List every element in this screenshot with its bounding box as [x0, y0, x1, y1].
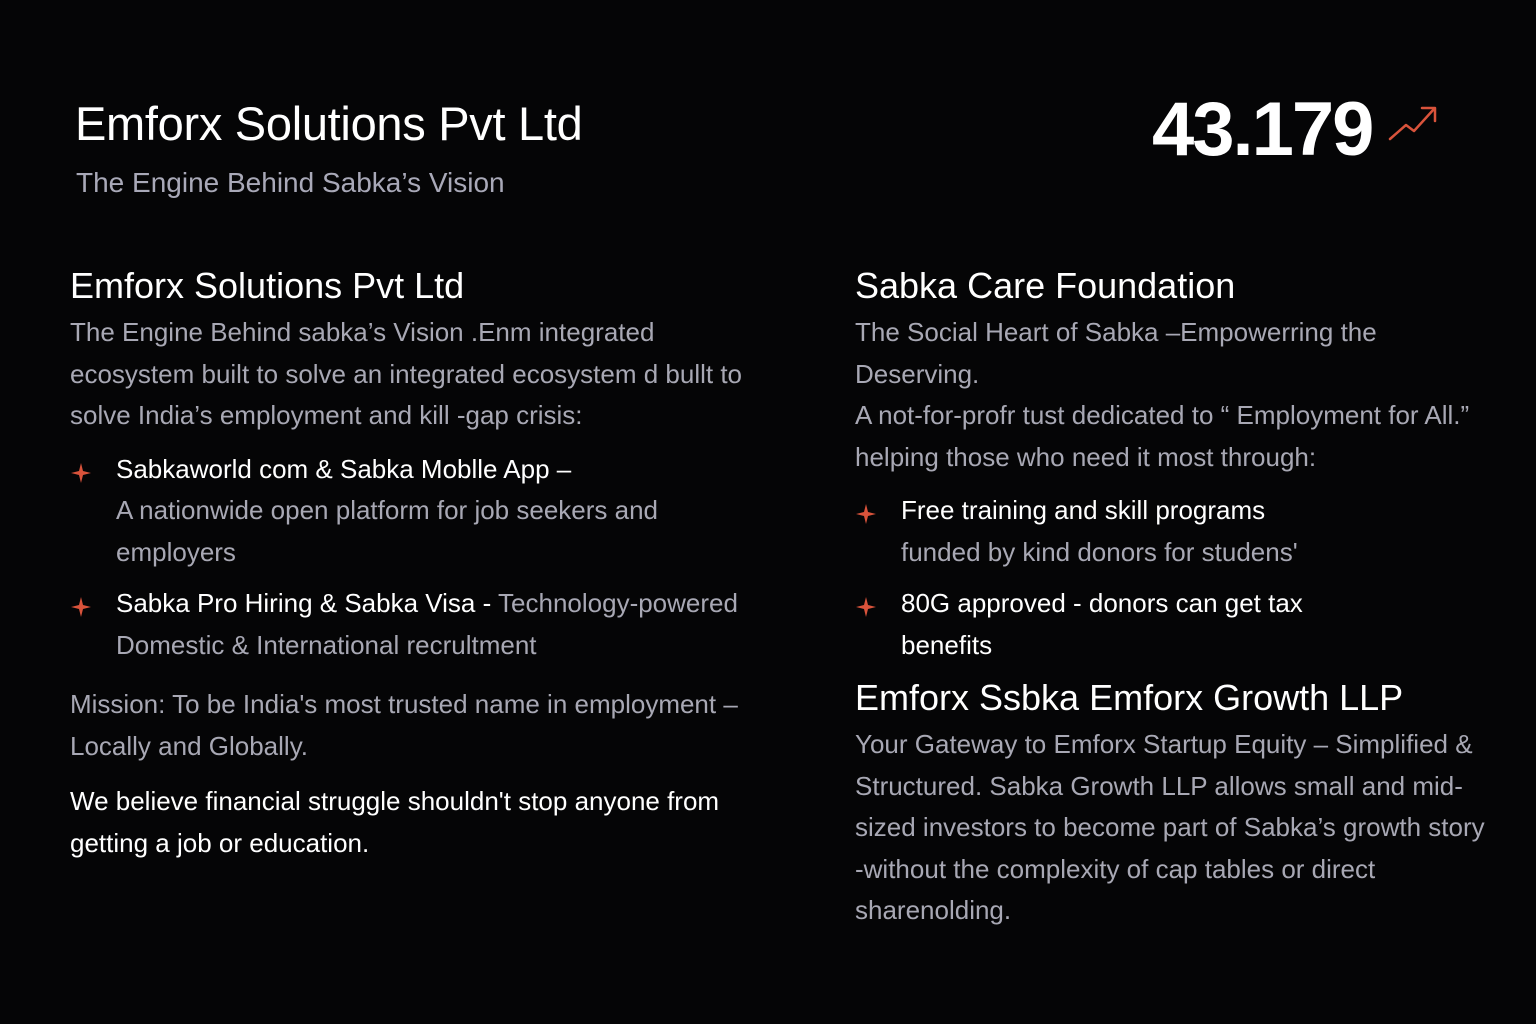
- left-section-title: Emforx Solutions Pvt Ltd: [70, 265, 465, 306]
- growth-llp-title: Emforx Ssbka Emforx Growth LLP: [855, 677, 1404, 718]
- list-item: Sabkaworld com & Sabka Moblle App – A na…: [70, 449, 770, 574]
- left-bullet-list: Sabkaworld com & Sabka Moblle App – A na…: [70, 449, 770, 667]
- sparkle-icon: [856, 597, 876, 617]
- bullet-heading: 80G approved - donors can get tax benefi…: [901, 588, 1303, 660]
- hero-subtitle: The Engine Behind Sabka’s Vision: [76, 167, 505, 198]
- right-column: Sabka Care Foundation The Social Heart o…: [855, 264, 1495, 932]
- bullet-heading: Sabka Pro Hiring & Sabka Visa -: [116, 588, 492, 618]
- trend-up-icon: [1389, 106, 1437, 141]
- list-item: 80G approved - donors can get tax benefi…: [855, 583, 1495, 666]
- right-bullet-list: Free training and skill programs funded …: [855, 490, 1495, 666]
- right-tagline: The Social Heart of Sabka –Empowerring t…: [855, 317, 1377, 389]
- list-item: Free training and skill programs funded …: [855, 490, 1495, 573]
- list-item: Sabka Pro Hiring & Sabka Visa - Technolo…: [70, 583, 770, 666]
- sparkle-icon: [856, 504, 876, 524]
- hero-title: Emforx Solutions Pvt Ltd: [75, 97, 583, 150]
- bullet-heading: Free training and skill programs: [901, 495, 1266, 525]
- sparkle-icon: [71, 462, 91, 483]
- growth-llp-description: Your Gateway to Emforx Startup Equity – …: [855, 729, 1485, 925]
- belief-statement: We believe financial struggle shouldn't …: [70, 786, 720, 858]
- metric-value: 43.179: [1152, 87, 1374, 172]
- bullet-description: A nationwide open platform for job seeke…: [116, 495, 659, 567]
- left-intro: The Engine Behind sabka’s Vision .Enm in…: [70, 317, 743, 430]
- bullet-description: funded by kind donors for studens': [901, 536, 1298, 567]
- right-section-title: Sabka Care Foundation: [855, 265, 1236, 306]
- mission-statement: Mission: To be India's most trusted name…: [70, 689, 738, 761]
- bullet-heading: Sabkaworld com & Sabka Moblle App –: [116, 453, 572, 484]
- metric: 43.179: [1152, 92, 1440, 168]
- sparkle-icon: [71, 597, 91, 617]
- left-column: Emforx Solutions Pvt Ltd The Engine Behi…: [70, 264, 770, 890]
- right-intro: A not-for-profr tust dedicated to “ Empl…: [855, 400, 1470, 472]
